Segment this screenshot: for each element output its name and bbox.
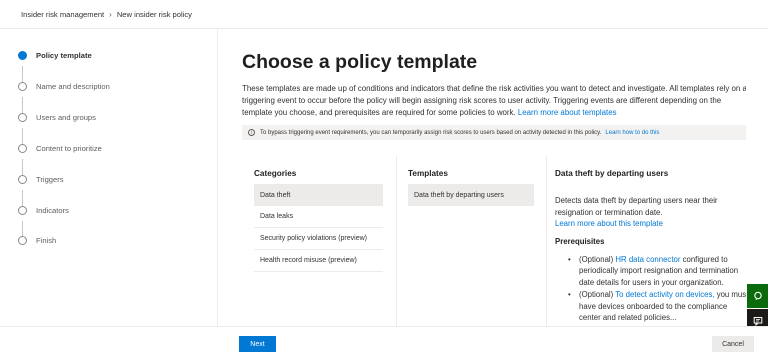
step-circle-icon bbox=[18, 206, 27, 215]
learn-more-templates-link[interactable]: Learn more about templates bbox=[518, 108, 617, 117]
category-data-theft[interactable]: Data theft bbox=[254, 184, 383, 206]
prerequisites-list: (Optional) HR data connector configured … bbox=[555, 254, 746, 324]
step-circle-icon bbox=[18, 144, 27, 153]
step-triggers[interactable]: Triggers bbox=[18, 175, 64, 184]
step-circle-icon bbox=[18, 175, 27, 184]
prereq-optional-label: (Optional) bbox=[579, 290, 614, 300]
feedback-icon bbox=[753, 317, 762, 326]
step-label: Name and description bbox=[36, 82, 110, 91]
prerequisites-header: Prerequisites bbox=[555, 237, 605, 246]
detect-activity-on-devices-link[interactable]: To detect activity on devices, bbox=[615, 290, 714, 299]
breadcrumb: Insider risk management › New insider ri… bbox=[0, 0, 768, 29]
notice-link[interactable]: Learn how to do this bbox=[605, 130, 659, 136]
column-divider bbox=[396, 156, 397, 326]
step-label: Triggers bbox=[36, 175, 64, 184]
main-content: Choose a policy template These templates… bbox=[242, 29, 746, 326]
prereq-optional-label: (Optional) bbox=[579, 255, 614, 264]
step-content-to-prioritize[interactable]: Content to prioritize bbox=[18, 144, 102, 153]
detail-description-text: Detects data theft by departing users ne… bbox=[555, 196, 718, 217]
breadcrumb-root[interactable]: Insider risk management bbox=[21, 10, 104, 19]
step-label: Content to prioritize bbox=[36, 144, 102, 153]
categories-header: Categories bbox=[254, 169, 297, 178]
category-data-leaks[interactable]: Data leaks bbox=[254, 206, 383, 228]
step-active-icon bbox=[18, 51, 27, 60]
category-health-record-misuse[interactable]: Health record misuse (preview) bbox=[254, 250, 383, 272]
chevron-right-icon: › bbox=[109, 9, 112, 19]
page-title: Choose a policy template bbox=[242, 51, 478, 73]
step-name-and-description[interactable]: Name and description bbox=[18, 82, 110, 91]
help-button[interactable] bbox=[747, 284, 768, 308]
info-notice: i To bypass triggering event requirement… bbox=[242, 125, 746, 140]
prerequisite-item: (Optional) HR data connector configured … bbox=[555, 254, 746, 288]
template-detail-title: Data theft by departing users bbox=[555, 169, 669, 178]
step-circle-icon bbox=[18, 236, 27, 245]
footer: Next Cancel bbox=[0, 326, 768, 357]
step-label: Finish bbox=[36, 236, 57, 245]
step-label: Indicators bbox=[36, 206, 69, 215]
wizard-steps: Policy template Name and description Use… bbox=[0, 29, 218, 326]
step-finish[interactable]: Finish bbox=[18, 236, 56, 245]
help-icon bbox=[753, 291, 762, 301]
hr-data-connector-link[interactable]: HR data connector bbox=[615, 255, 680, 264]
template-detail-description: Detects data theft by departing users ne… bbox=[555, 195, 745, 230]
page-description: These templates are made up of condition… bbox=[242, 83, 746, 119]
cancel-button[interactable]: Cancel bbox=[712, 336, 754, 352]
column-divider bbox=[546, 156, 547, 326]
step-label: Policy template bbox=[36, 51, 92, 60]
info-icon: i bbox=[248, 129, 255, 136]
learn-more-template-link[interactable]: Learn more about this template bbox=[555, 219, 663, 228]
templates-header: Templates bbox=[408, 169, 448, 178]
step-policy-template[interactable]: Policy template bbox=[18, 51, 92, 60]
category-security-policy-violations[interactable]: Security policy violations (preview) bbox=[254, 228, 383, 250]
step-circle-icon bbox=[18, 113, 27, 122]
prerequisite-item: (Optional) To detect activity on devices… bbox=[555, 289, 746, 323]
step-indicators[interactable]: Indicators bbox=[18, 206, 69, 215]
description-text: These templates are made up of condition… bbox=[242, 84, 746, 117]
step-circle-icon bbox=[18, 82, 27, 91]
breadcrumb-current: New insider risk policy bbox=[116, 9, 192, 19]
step-label: Users and groups bbox=[36, 113, 96, 122]
notice-text: To bypass triggering event requirements,… bbox=[260, 129, 602, 136]
template-data-theft-by-departing-users[interactable]: Data theft by departing users bbox=[408, 184, 534, 206]
step-users-and-groups[interactable]: Users and groups bbox=[18, 113, 96, 122]
next-button[interactable]: Next bbox=[239, 336, 276, 352]
